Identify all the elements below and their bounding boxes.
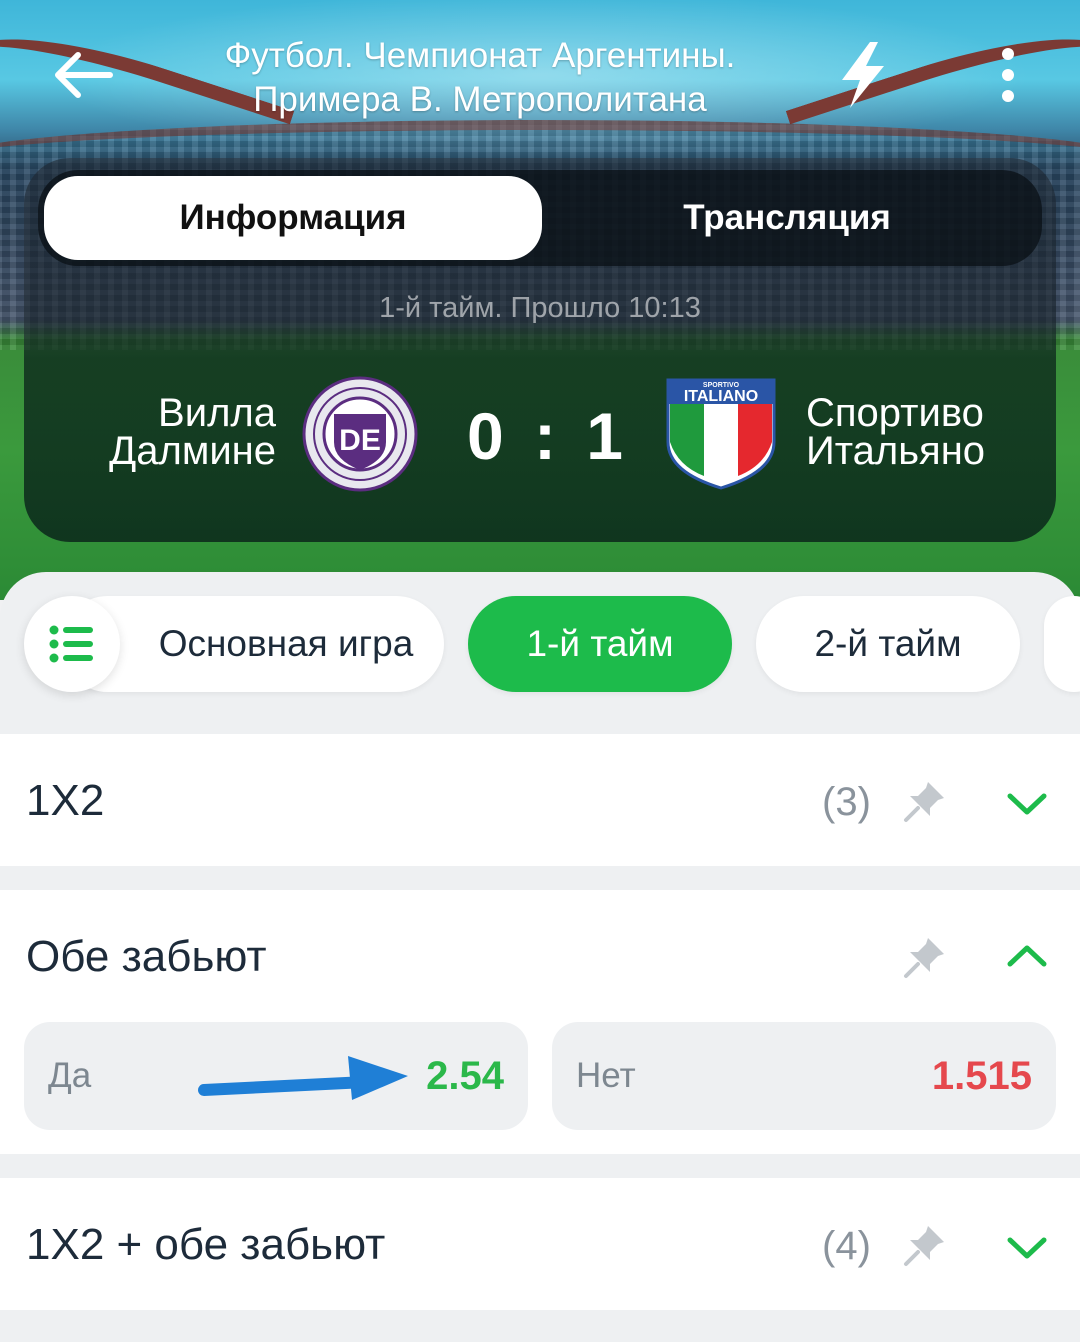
pin-icon[interactable]: [902, 778, 948, 824]
market-1x2-both-score[interactable]: 1X2 + обе забьют (4): [0, 1178, 1080, 1310]
odd-value: 1.515: [931, 1054, 1032, 1098]
period-chips: Основная игра 1-й тайм 2-й тайм: [0, 596, 1080, 696]
market-title: 1X2: [26, 776, 105, 825]
chip-second-half[interactable]: 2-й тайм: [756, 596, 1020, 692]
chip-more[interactable]: [1044, 596, 1080, 692]
market-count: (4): [822, 1224, 871, 1268]
chip-first-half[interactable]: 1-й тайм: [468, 596, 732, 692]
title-line-2: Примера B. Метрополитана: [253, 80, 707, 119]
match-panel: Информация Трансляция 1-й тайм. Прошло 1…: [24, 158, 1056, 542]
market-title: 1X2 + обе забьют: [26, 1220, 386, 1269]
home-team-name: Вилла Далмине: [84, 391, 276, 473]
pin-icon[interactable]: [902, 1222, 948, 1268]
page-title: Футбол. Чемпионат Аргентины. Примера B. …: [150, 34, 810, 122]
lightning-icon[interactable]: [832, 40, 894, 110]
market-1x2[interactable]: 1X2 (3): [0, 734, 1080, 866]
away-team-name-line-1: Спортиво: [806, 391, 984, 435]
market-count: (3): [822, 780, 871, 824]
market-title: Обе забьют: [26, 932, 267, 981]
match-score: 0 : 1: [466, 399, 630, 473]
away-team-name: Спортиво Итальяно: [806, 391, 1046, 473]
odd-label: Да: [48, 1056, 92, 1095]
chevron-down-icon[interactable]: [1006, 1232, 1048, 1262]
match-period-status: 1-й тайм. Прошло 10:13: [379, 292, 701, 324]
away-team-logo: SPORTIVO ITALIANO: [664, 376, 778, 490]
home-team-name-line-1: Вилла: [158, 391, 276, 435]
tab-information[interactable]: Информация: [44, 176, 542, 260]
chevron-down-icon[interactable]: [1006, 788, 1048, 818]
away-logo-text: ITALIANO: [684, 388, 758, 405]
more-vertical-icon[interactable]: [990, 46, 1026, 104]
list-icon: [49, 625, 93, 663]
odd-no-button[interactable]: Нет 1.515: [552, 1022, 1056, 1130]
chevron-up-icon[interactable]: [1006, 942, 1048, 972]
away-team-name-line-2: Итальяно: [806, 429, 986, 473]
home-team-logo: DE: [302, 376, 418, 492]
home-team-name-line-2: Далмине: [109, 429, 276, 473]
tab-broadcast[interactable]: Трансляция: [538, 176, 1036, 260]
chip-main-game-label: Основная игра: [158, 623, 414, 664]
title-line-1: Футбол. Чемпионат Аргентины.: [224, 36, 736, 75]
home-logo-letters: DE: [339, 424, 381, 457]
market-list-button[interactable]: [24, 596, 120, 692]
top-bar: Футбол. Чемпионат Аргентины. Примера B. …: [0, 0, 1080, 150]
odd-value: 2.54: [426, 1054, 504, 1098]
info-tabs: Информация Трансляция: [38, 170, 1042, 266]
pin-icon[interactable]: [902, 934, 948, 980]
back-arrow-icon[interactable]: [52, 44, 114, 106]
annotation-arrow: [198, 1056, 408, 1100]
odd-label: Нет: [576, 1056, 636, 1095]
